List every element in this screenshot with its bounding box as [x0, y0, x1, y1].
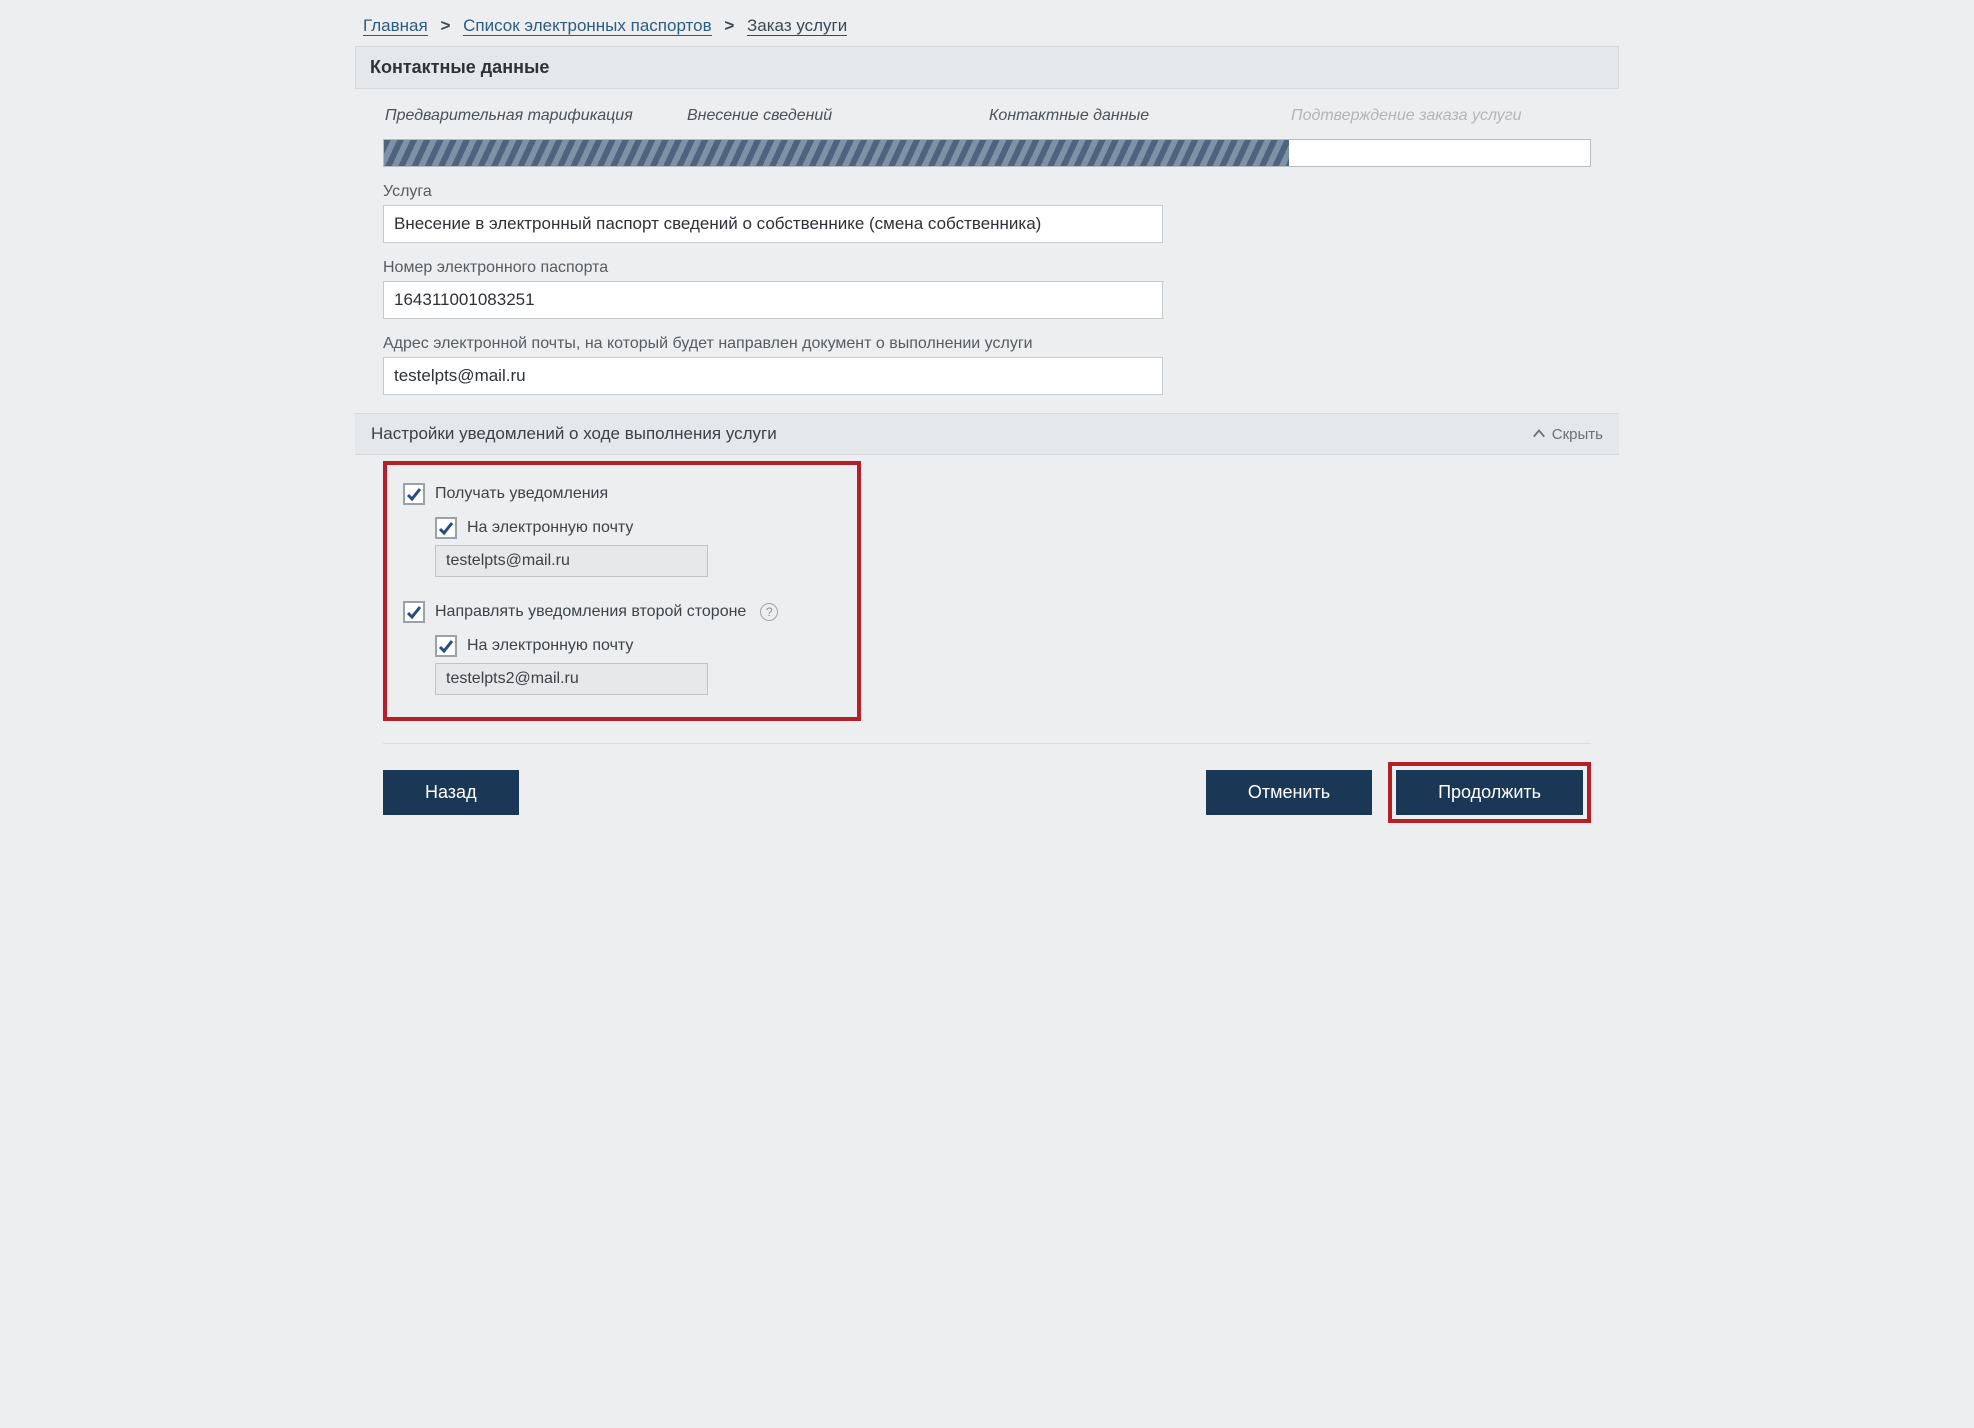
field-email-value[interactable]: testelpts@mail.ru [383, 357, 1163, 395]
back-button[interactable]: Назад [383, 770, 519, 815]
breadcrumb: Главная > Список электронных паспортов >… [355, 10, 1619, 46]
wizard-steps: Предварительная тарификация Внесение све… [383, 103, 1591, 129]
notifications-header: Настройки уведомлений о ходе выполнения … [355, 413, 1619, 455]
checkbox-receive-email[interactable] [435, 517, 457, 539]
checkbox-second-email[interactable] [435, 635, 457, 657]
field-email: Адрес электронной почты, на который буде… [383, 335, 1591, 395]
right-button-group: Отменить Продолжить [1206, 762, 1591, 823]
check-icon [438, 520, 454, 536]
label-second-email: На электронную почту [467, 637, 633, 655]
checkbox-receive[interactable] [403, 483, 425, 505]
progress-bar [383, 139, 1591, 167]
breadcrumb-home[interactable]: Главная [363, 16, 428, 36]
check-icon [438, 638, 454, 654]
field-service-value[interactable]: Внесение в электронный паспорт сведений … [383, 205, 1163, 243]
progress-fill [384, 140, 1289, 166]
field-service: Услуга Внесение в электронный паспорт св… [383, 183, 1591, 243]
step-tarification: Предварительная тарификация [383, 103, 685, 129]
check-icon [406, 604, 422, 620]
step-contact: Контактные данные [987, 103, 1289, 129]
label-receive-email: На электронную почту [467, 519, 633, 537]
notifications-header-title: Настройки уведомлений о ходе выполнения … [371, 424, 777, 444]
input-receive-email[interactable]: testelpts@mail.ru [435, 545, 708, 577]
field-service-label: Услуга [383, 183, 1591, 201]
breadcrumb-list[interactable]: Список электронных паспортов [463, 16, 711, 36]
row-receive: Получать уведомления [403, 483, 841, 505]
continue-button[interactable]: Продолжить [1396, 770, 1583, 815]
breadcrumb-current: Заказ услуги [747, 16, 847, 36]
label-second-party: Направлять уведомления второй стороне [435, 603, 746, 621]
breadcrumb-sep: > [716, 16, 742, 35]
breadcrumb-sep: > [432, 16, 458, 35]
cancel-button[interactable]: Отменить [1206, 770, 1372, 815]
field-passport-label: Номер электронного паспорта [383, 259, 1591, 277]
row-second-party: Направлять уведомления второй стороне ? [403, 601, 841, 623]
collapse-toggle[interactable]: Скрыть [1532, 426, 1603, 443]
field-passport: Номер электронного паспорта 164311001083… [383, 259, 1591, 319]
continue-highlight: Продолжить [1388, 762, 1591, 823]
divider [383, 743, 1591, 744]
row-receive-email: На электронную почту [435, 517, 841, 539]
checkbox-second-party[interactable] [403, 601, 425, 623]
footer-buttons: Назад Отменить Продолжить [383, 762, 1591, 823]
field-email-label: Адрес электронной почты, на который буде… [383, 335, 1591, 353]
row-second-email: На электронную почту [435, 635, 841, 657]
label-receive: Получать уведомления [435, 485, 608, 503]
collapse-toggle-label: Скрыть [1552, 426, 1603, 443]
step-confirm: Подтверждение заказа услуги [1289, 103, 1591, 129]
section-title: Контактные данные [355, 46, 1619, 89]
check-icon [406, 486, 422, 502]
panel-body: Предварительная тарификация Внесение све… [355, 89, 1619, 839]
input-second-email[interactable]: testelpts2@mail.ru [435, 663, 708, 695]
notifications-highlight: Получать уведомления На электронную почт… [383, 461, 861, 721]
chevron-up-icon [1532, 427, 1546, 441]
step-entry: Внесение сведений [685, 103, 987, 129]
field-passport-value[interactable]: 164311001083251 [383, 281, 1163, 319]
help-icon[interactable]: ? [760, 603, 778, 621]
